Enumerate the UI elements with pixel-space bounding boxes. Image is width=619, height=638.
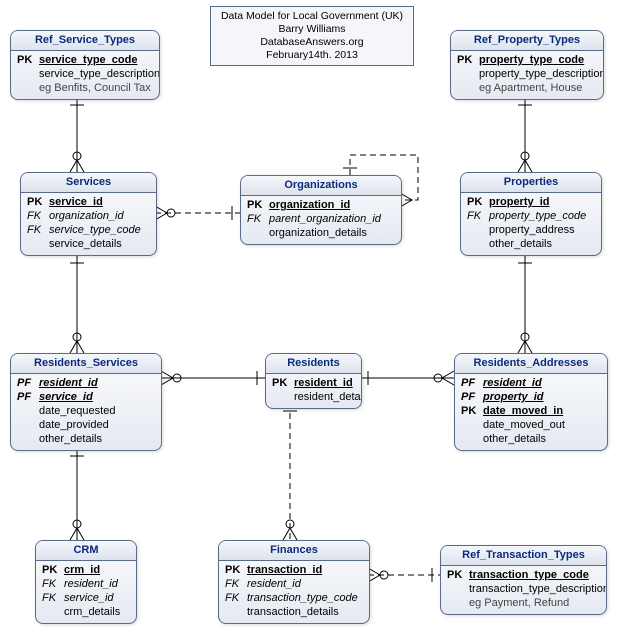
entity-residents-addresses: Residents_Addresses PFresident_id PFprop… xyxy=(454,353,608,451)
entity-residents: Residents PKresident_id resident_details xyxy=(265,353,362,409)
info-line: Data Model for Local Government (UK) xyxy=(217,10,407,23)
entity-title: Organizations xyxy=(241,176,401,196)
entity-title: Ref_Property_Types xyxy=(451,31,603,51)
entity-organizations: Organizations PKorganization_id FKparent… xyxy=(240,175,402,245)
entity-body: PKproperty_type_code property_type_descr… xyxy=(451,51,603,99)
entity-title: Properties xyxy=(461,173,601,193)
entity-title: CRM xyxy=(36,541,136,561)
entity-body: PKcrm_id FKresident_id FKservice_id crm_… xyxy=(36,561,136,623)
info-line: February14th. 2013 xyxy=(217,49,407,62)
entity-ref-transaction-types: Ref_Transaction_Types PKtransaction_type… xyxy=(440,545,607,615)
entity-title: Residents_Services xyxy=(11,354,161,374)
entity-body: PKservice_id FKorganization_id FKservice… xyxy=(21,193,156,255)
entity-body: PKorganization_id FKparent_organization_… xyxy=(241,196,401,244)
entity-services: Services PKservice_id FKorganization_id … xyxy=(20,172,157,256)
entity-residents-services: Residents_Services PFresident_id PFservi… xyxy=(10,353,162,451)
entity-title: Residents xyxy=(266,354,361,374)
entity-body: PKresident_id resident_details xyxy=(266,374,361,408)
entity-title: Ref_Service_Types xyxy=(11,31,159,51)
entity-title: Services xyxy=(21,173,156,193)
entity-body: PFresident_id PFproperty_id PKdate_moved… xyxy=(455,374,607,450)
entity-body: PKtransaction_type_code transaction_type… xyxy=(441,566,606,614)
info-line: DatabaseAnswers.org xyxy=(217,36,407,49)
entity-finances: Finances PKtransaction_id FKresident_id … xyxy=(218,540,370,624)
entity-title: Residents_Addresses xyxy=(455,354,607,374)
entity-crm: CRM PKcrm_id FKresident_id FKservice_id … xyxy=(35,540,137,624)
info-line: Barry Williams xyxy=(217,23,407,36)
entity-ref-property-types: Ref_Property_Types PKproperty_type_code … xyxy=(450,30,604,100)
entity-title: Finances xyxy=(219,541,369,561)
entity-body: PKtransaction_id FKresident_id FKtransac… xyxy=(219,561,369,623)
entity-ref-service-types: Ref_Service_Types PKservice_type_code se… xyxy=(10,30,160,100)
entity-body: PKproperty_id FKproperty_type_code prope… xyxy=(461,193,601,255)
entity-properties: Properties PKproperty_id FKproperty_type… xyxy=(460,172,602,256)
entity-body: PFresident_id PFservice_id date_requeste… xyxy=(11,374,161,450)
entity-title: Ref_Transaction_Types xyxy=(441,546,606,566)
diagram-info-box: Data Model for Local Government (UK) Bar… xyxy=(210,6,414,66)
entity-body: PKservice_type_code service_type_descrip… xyxy=(11,51,159,99)
